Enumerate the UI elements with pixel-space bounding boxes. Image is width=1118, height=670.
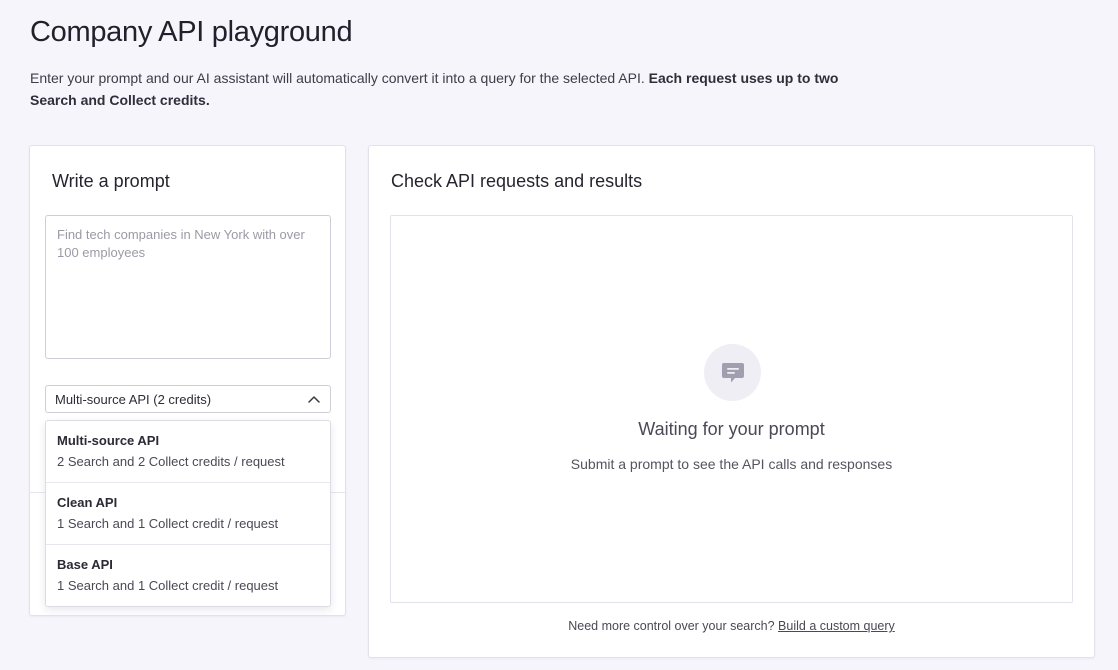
results-panel-title: Check API requests and results: [391, 171, 643, 191]
empty-state-subtitle: Submit a prompt to see the API calls and…: [570, 456, 893, 472]
chevron-up-icon: [307, 392, 321, 406]
option-title: Base API: [57, 557, 113, 572]
prompt-input[interactable]: [45, 215, 331, 359]
page-description: Enter your prompt and our AI assistant w…: [30, 67, 850, 111]
api-select-dropdown: Multi-source API 2 Search and 2 Collect …: [45, 420, 331, 607]
results-panel: Check API requests and results Waiting f…: [368, 145, 1095, 658]
option-subtitle: 1 Search and 1 Collect credit / request: [57, 516, 279, 531]
option-title: Clean API: [57, 495, 118, 510]
results-area: Waiting for your prompt Submit a prompt …: [390, 215, 1073, 603]
option-title: Multi-source API: [57, 433, 160, 448]
option-multi-source-api[interactable]: Multi-source API 2 Search and 2 Collect …: [46, 421, 330, 483]
option-subtitle: 2 Search and 2 Collect credits / request: [57, 454, 285, 469]
page: Company API playground Enter your prompt…: [0, 0, 1118, 670]
custom-query-text: Need more control over your search?: [568, 619, 779, 633]
custom-query-note: Need more control over your search? Buil…: [369, 619, 1094, 633]
chat-bubble-icon: [704, 344, 761, 401]
build-custom-query-link[interactable]: Build a custom query: [778, 619, 895, 633]
page-title: Company API playground: [30, 16, 353, 48]
option-clean-api[interactable]: Clean API 1 Search and 1 Collect credit …: [46, 483, 330, 545]
empty-state-title: Waiting for your prompt: [638, 419, 825, 439]
api-select-value: Multi-source API (2 credits): [55, 391, 212, 407]
option-base-api[interactable]: Base API 1 Search and 1 Collect credit /…: [46, 545, 330, 607]
prompt-panel-title: Write a prompt: [52, 171, 170, 191]
option-subtitle: 1 Search and 1 Collect credit / request: [57, 578, 279, 593]
page-description-text: Enter your prompt and our AI assistant w…: [30, 70, 649, 86]
api-select[interactable]: Multi-source API (2 credits): [45, 385, 331, 413]
